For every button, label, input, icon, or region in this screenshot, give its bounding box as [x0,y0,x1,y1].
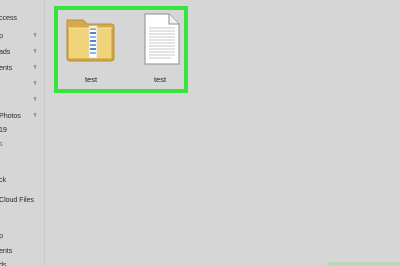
pin-icon[interactable] [32,112,38,118]
pin-icon[interactable] [32,64,38,70]
file-name-label: test [84,75,98,84]
sidebar-item-label: p [0,31,3,40]
pin-icon[interactable] [32,48,38,54]
sidebar-item-blank-1[interactable] [0,155,43,168]
sidebar-item-documents[interactable]: ents [0,61,43,74]
sidebar-item-label: ck [0,175,6,184]
pin-icon[interactable] [32,80,38,86]
sidebar-item-music[interactable] [0,93,43,106]
sidebar-item-label: ds [0,260,7,266]
file-item-document[interactable]: test [131,10,189,90]
sidebar-item-label: Photos [0,111,21,120]
pin-icon[interactable] [32,96,38,102]
sidebar-item-label: ads [0,47,11,56]
file-name-label: test [153,75,167,84]
sidebar-item-label: 19 [0,125,7,134]
folder-icon [66,19,115,62]
sidebar-item-s[interactable]: s [0,137,43,150]
sidebar-item-desktop[interactable]: p [0,29,43,42]
sidebar-item-label: ents [0,246,13,255]
navigation-pane: ccess p ads ents [0,0,45,266]
sidebar-item-label: p [0,231,3,240]
file-item-folder[interactable]: test [62,10,120,90]
sidebar-item-pictures[interactable] [0,77,43,90]
sidebar-item-label: ccess [0,13,17,22]
sidebar-item-label: ents [0,63,13,72]
pin-icon[interactable] [32,32,38,38]
document-icon [144,13,180,65]
sidebar-item-p[interactable]: p [0,229,43,242]
file-explorer-window: ccess p ads ents [0,0,400,266]
status-accent-bar [327,262,400,266]
sidebar-item-ck[interactable]: ck [0,173,43,186]
sidebar-item-downloads[interactable]: ads [0,45,43,58]
sidebar-item-19[interactable]: 19 [0,123,43,136]
file-list-area: test test [45,0,400,266]
sidebar-item-downloads-2[interactable]: ds [0,258,43,266]
sidebar-item-documents-2[interactable]: ents [0,244,43,257]
sidebar-item-quick-access[interactable]: ccess [0,11,43,24]
sidebar-item-cloud-files[interactable]: Cloud Files [0,193,43,206]
sidebar-item-photos[interactable]: Photos [0,109,43,122]
sidebar-item-label: Cloud Files [0,195,34,204]
sidebar-item-label: s [0,139,3,148]
